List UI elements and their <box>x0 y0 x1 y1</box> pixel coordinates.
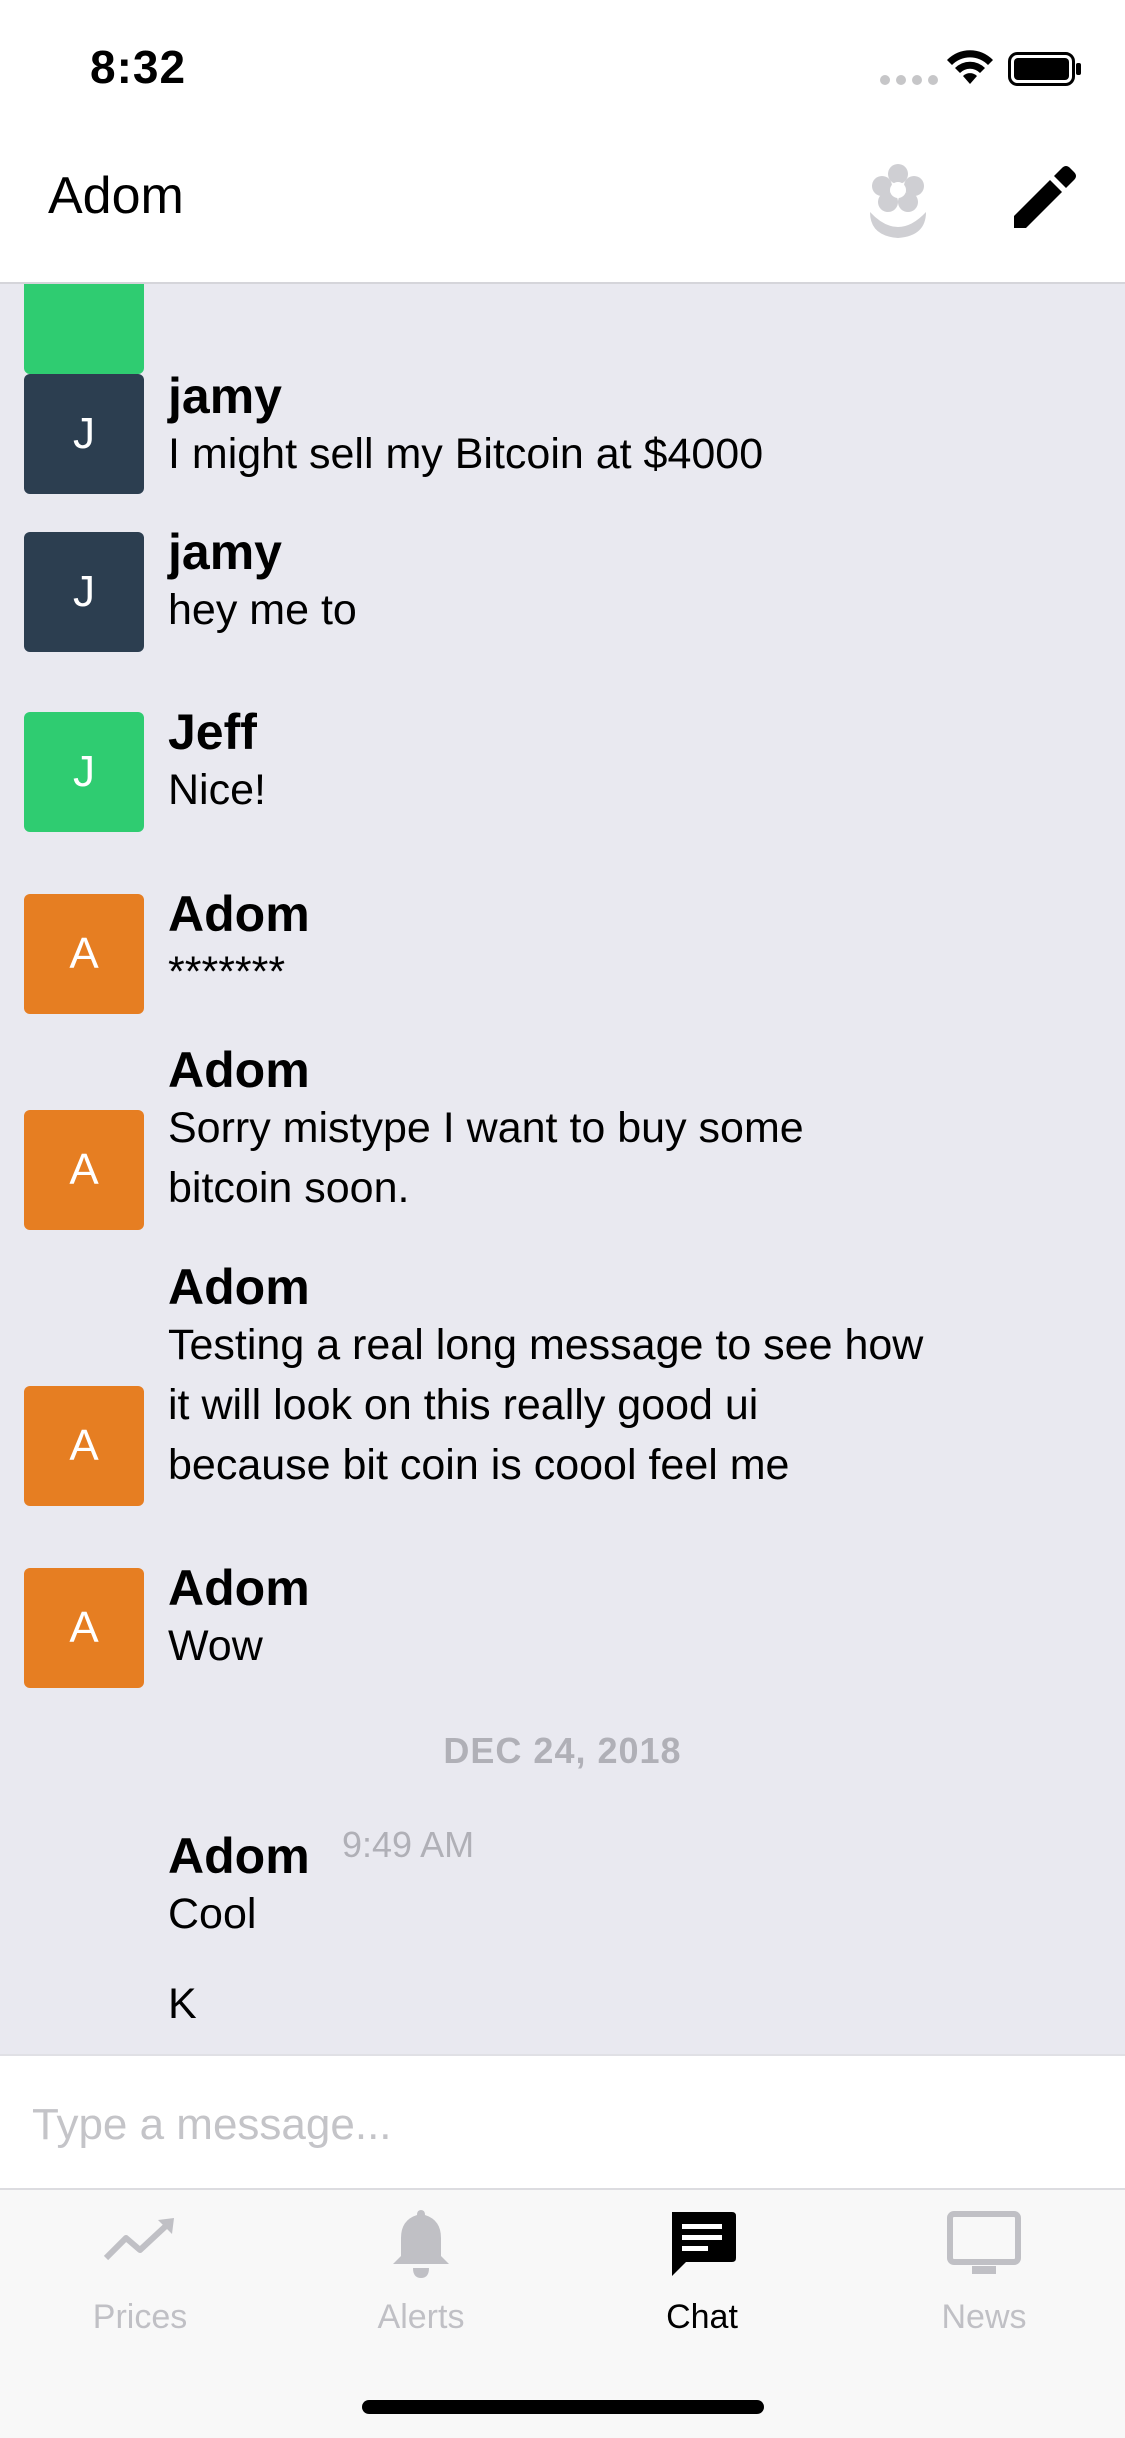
message-author: jamy <box>168 524 282 580</box>
tab-chat[interactable]: Chat <box>562 2204 842 2354</box>
avatar: J <box>24 374 144 494</box>
avatar: J <box>24 712 144 832</box>
monitor-icon <box>947 2211 1021 2274</box>
tab-label: Alerts <box>377 2298 465 2336</box>
message-text: Cool <box>168 1890 257 1938</box>
bell-icon <box>393 2210 449 2278</box>
message-text: Sorry mistype I want to buy some bitcoin… <box>168 1104 804 1212</box>
message-composer <box>0 2054 1125 2190</box>
status-time: 8:32 <box>90 41 187 93</box>
message-author: Adom <box>168 1042 310 1098</box>
tab-prices[interactable]: Prices <box>0 2204 280 2354</box>
avatar <box>24 284 144 374</box>
chart-icon <box>103 2218 174 2261</box>
status-bar: 8:32 <box>0 0 1125 130</box>
list-item: Adom Cool <box>168 1828 368 1944</box>
message-timestamp: 9:49 AM <box>342 1824 475 1865</box>
message-author: Adom <box>168 886 310 942</box>
tab-bar: Prices Alerts Chat News <box>0 2188 1125 2438</box>
message-author: jamy <box>168 368 282 424</box>
chat-message-list[interactable]: J jamy I might sell my Bitcoin at $4000 … <box>0 284 1125 2054</box>
avatar: A <box>24 894 144 1014</box>
message-text: hey me to <box>168 586 357 634</box>
message-text: Testing a real long message to see how i… <box>168 1321 924 1489</box>
avatar: A <box>24 1386 144 1506</box>
list-item: jamy hey me to <box>168 524 928 640</box>
home-indicator <box>362 2400 764 2414</box>
message-text: Nice! <box>168 766 266 814</box>
avatar: A <box>24 1110 144 1230</box>
message-text: I might sell my Bitcoin at $4000 <box>168 430 764 478</box>
message-author: Adom <box>168 1560 310 1616</box>
message-text: Wow <box>168 1622 263 1670</box>
page-title: Adom <box>48 167 184 225</box>
list-item: jamy I might sell my Bitcoin at $4000 <box>168 368 928 484</box>
avatar: J <box>24 532 144 652</box>
tab-label: Prices <box>92 2298 188 2336</box>
battery-icon <box>1008 52 1081 86</box>
flower-icon[interactable] <box>866 160 930 240</box>
list-item: Adom ******* <box>168 886 928 1002</box>
list-item: Adom Sorry mistype I want to buy some bi… <box>168 1042 928 1218</box>
message-author: Jeff <box>168 704 257 760</box>
message-text: ******* <box>168 948 286 996</box>
chat-icon <box>672 2212 736 2276</box>
list-item: Adom Wow <box>168 1560 928 1676</box>
list-item: Jeff Nice! <box>168 704 928 820</box>
pencil-icon[interactable] <box>1008 164 1078 234</box>
message-input[interactable] <box>30 2084 1094 2166</box>
cellular-signal-icon <box>880 72 944 90</box>
message-text: K <box>168 1980 197 2028</box>
avatar: A <box>24 1568 144 1688</box>
list-item: K <box>168 1974 928 2034</box>
tab-label: News <box>941 2298 1027 2336</box>
message-author: Adom <box>168 1828 310 1884</box>
wifi-icon <box>947 50 993 84</box>
list-item: Adom Testing a real long message to see … <box>168 1259 928 1495</box>
tab-news[interactable]: News <box>844 2204 1124 2354</box>
tab-label: Chat <box>666 2298 738 2336</box>
tab-alerts[interactable]: Alerts <box>281 2204 561 2354</box>
header: Adom <box>0 130 1125 284</box>
date-separator: DEC 24, 2018 <box>443 1730 682 1771</box>
message-author: Adom <box>168 1259 310 1315</box>
